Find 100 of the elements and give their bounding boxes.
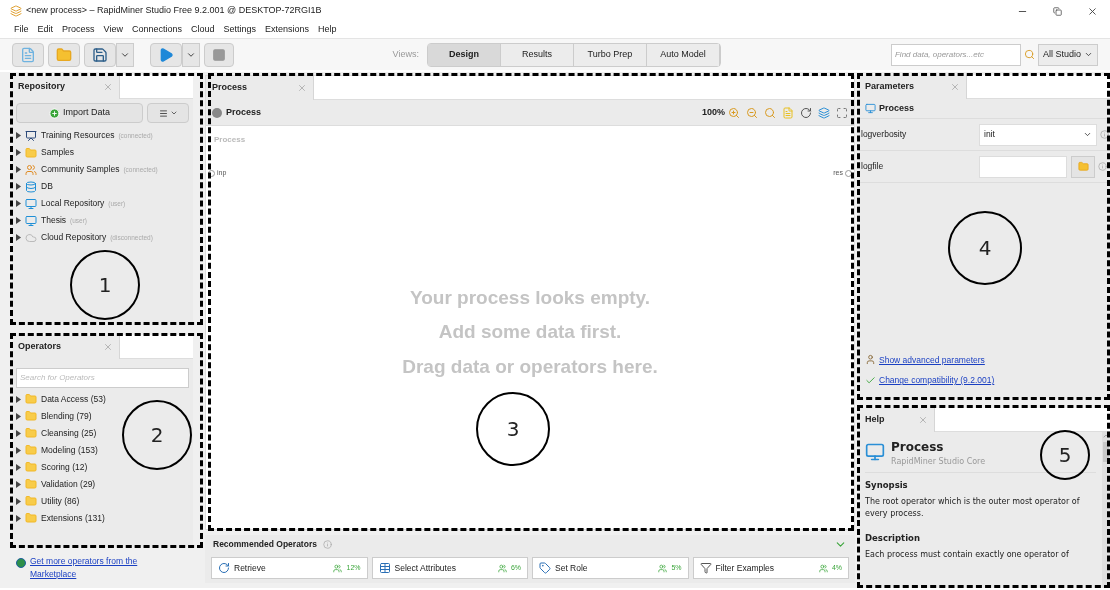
repository-item[interactable]: DB xyxy=(41,180,53,193)
panel-tab[interactable]: Operators xyxy=(12,335,120,359)
user-icon xyxy=(865,354,876,366)
expand-arrow-icon[interactable] xyxy=(16,234,21,241)
users-icon xyxy=(818,563,828,573)
expand-arrow-icon[interactable] xyxy=(16,166,21,173)
stop-button[interactable] xyxy=(204,42,234,67)
scrollbar[interactable] xyxy=(1102,432,1110,588)
operator-group[interactable]: Blending (79) xyxy=(41,409,92,423)
info-icon[interactable] xyxy=(1100,130,1109,139)
repository-item[interactable]: Local Repository xyxy=(41,197,105,210)
expand-arrow-icon[interactable] xyxy=(16,183,21,190)
menu-item[interactable]: Connections xyxy=(131,23,182,37)
expand-arrow-icon[interactable] xyxy=(16,132,21,139)
folder-icon xyxy=(25,444,37,456)
operator-group[interactable]: Modeling (153) xyxy=(41,443,98,457)
operator-icon xyxy=(865,103,876,114)
menu-item[interactable]: Cloud xyxy=(190,23,215,37)
fit-icon[interactable] xyxy=(836,106,848,119)
repository-item[interactable]: Community Samples xyxy=(41,163,120,176)
menu-item[interactable]: Help xyxy=(318,23,337,37)
parameter-select[interactable]: init xyxy=(979,123,1097,146)
breadcrumb[interactable]: Process xyxy=(226,105,262,120)
operator-group[interactable]: Extensions (131) xyxy=(41,511,105,525)
folder-icon xyxy=(1077,161,1089,172)
panel-tab[interactable]: Process xyxy=(206,76,314,100)
folder-icon xyxy=(25,495,37,507)
view-tab[interactable]: Turbo Prep xyxy=(573,43,647,66)
advanced-parameters-link[interactable]: Show advanced parameters xyxy=(879,353,985,367)
menu-button[interactable] xyxy=(147,103,189,123)
operator-group[interactable]: Utility (86) xyxy=(41,494,80,508)
operator-group[interactable]: Data Access (53) xyxy=(41,392,106,406)
operator-group[interactable]: Cleansing (25) xyxy=(41,426,97,440)
menu-item[interactable]: Settings xyxy=(223,23,256,37)
menu-item[interactable]: Extensions xyxy=(265,23,310,37)
expand-arrow-icon[interactable] xyxy=(16,200,21,207)
presentation-icon xyxy=(25,129,37,142)
repository-item[interactable]: Cloud Repository xyxy=(41,231,107,244)
restore-icon[interactable] xyxy=(1053,6,1062,16)
layers-icon[interactable] xyxy=(818,106,830,119)
view-tab[interactable]: Design xyxy=(427,43,501,66)
expand-arrow-icon[interactable] xyxy=(16,463,21,471)
help-heading: Synopsis xyxy=(865,479,909,492)
users-icon xyxy=(658,563,668,573)
repository-item[interactable]: Training Resources xyxy=(41,129,115,142)
close-icon[interactable] xyxy=(1087,5,1098,17)
panel-tab[interactable]: Repository xyxy=(12,75,120,99)
help-subtitle: RapidMiner Studio Core xyxy=(891,456,986,468)
canvas-label: Process xyxy=(214,134,247,146)
views-label: Views: xyxy=(392,47,419,61)
folder-icon xyxy=(25,146,37,159)
menu-item[interactable]: Process xyxy=(62,23,95,37)
recommended-title: Recommended Operators xyxy=(213,537,317,551)
marketplace-link[interactable]: Get more operators from the Marketplace xyxy=(30,555,160,581)
scrollbar-thumb[interactable] xyxy=(1103,442,1109,462)
menu-item[interactable]: Edit xyxy=(37,23,54,37)
folder-icon xyxy=(25,512,37,524)
expand-arrow-icon[interactable] xyxy=(16,395,21,403)
input-port[interactable] xyxy=(208,169,215,177)
panel-tab[interactable]: Help xyxy=(859,408,935,432)
run-button[interactable] xyxy=(150,42,182,67)
expand-arrow-icon[interactable] xyxy=(16,149,21,156)
menu-item[interactable]: File xyxy=(14,23,29,37)
operator-group[interactable]: Validation (29) xyxy=(41,477,96,491)
repository-item[interactable]: Samples xyxy=(41,146,75,159)
expand-arrow-icon[interactable] xyxy=(16,514,21,522)
expand-arrow-icon[interactable] xyxy=(16,412,21,420)
repository-item[interactable]: Thesis xyxy=(41,214,67,227)
monitor-icon xyxy=(25,197,37,210)
view-tab[interactable]: Results xyxy=(500,43,574,66)
expand-arrow-icon[interactable] xyxy=(16,446,21,454)
scope-dropdown[interactable]: All Studio xyxy=(1037,43,1098,66)
parameter-input[interactable] xyxy=(979,155,1067,178)
database-icon xyxy=(25,180,37,193)
result-port[interactable] xyxy=(845,169,852,177)
cloud-icon xyxy=(25,231,37,244)
panel-tab[interactable]: Parameters xyxy=(859,75,967,99)
menu-icon xyxy=(158,108,168,118)
compatibility-link[interactable]: Change compatibility (9.2.001) xyxy=(879,374,995,387)
users-icon xyxy=(25,163,37,176)
folder-icon xyxy=(25,393,37,405)
stop-icon xyxy=(212,47,226,62)
users-icon xyxy=(333,563,343,573)
help-paragraph: The root operator which is the outer most operator of every process. xyxy=(865,495,1081,520)
menu-item[interactable]: View xyxy=(103,23,123,37)
view-tab[interactable]: Auto Model xyxy=(646,43,720,66)
search-field[interactable]: Find data, operators...etc xyxy=(890,43,1021,66)
app-logo-icon xyxy=(10,5,22,17)
number-callout: 5 xyxy=(1040,430,1090,480)
save-button[interactable] xyxy=(84,42,116,67)
expand-arrow-icon[interactable] xyxy=(16,480,21,488)
operator-group[interactable]: Scoring (12) xyxy=(41,460,88,474)
expand-arrow-icon[interactable] xyxy=(16,429,21,437)
folder-icon xyxy=(25,461,37,473)
arrange-icon[interactable] xyxy=(800,106,812,119)
help-heading: Description xyxy=(865,531,921,545)
scroll-up-icon[interactable] xyxy=(1102,432,1110,440)
expand-arrow-icon[interactable] xyxy=(16,217,21,224)
import-data-button[interactable]: Import Data xyxy=(16,103,143,123)
expand-arrow-icon[interactable] xyxy=(16,497,21,505)
